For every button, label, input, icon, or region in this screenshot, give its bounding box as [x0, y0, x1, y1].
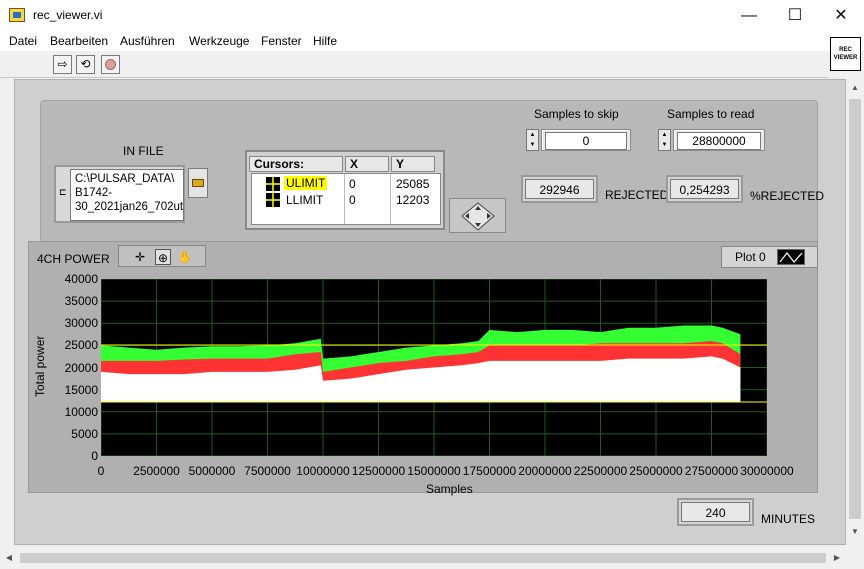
samples-to-read-spinner[interactable]: ▲ ▼ — [658, 129, 671, 151]
menu-fenster[interactable]: Fenster — [261, 34, 302, 48]
scroll-thumb[interactable] — [20, 553, 826, 563]
decrement-icon[interactable]: ▼ — [527, 140, 538, 150]
column-divider — [344, 174, 345, 224]
cursor-crosshair-icon[interactable] — [266, 177, 280, 191]
y-tick-label: 15000 — [64, 382, 98, 397]
plot-legend[interactable]: Plot 0 — [721, 246, 818, 268]
scroll-up-icon[interactable]: ▲ — [846, 79, 864, 97]
samples-to-skip-input[interactable]: 0 — [545, 132, 627, 150]
pct-rejected-indicator: 0,254293 — [666, 175, 743, 203]
menu-hilfe[interactable]: Hilfe — [313, 34, 337, 48]
y-tick-label: 35000 — [64, 294, 98, 309]
zoom-tool-icon[interactable]: ⊕ — [155, 249, 171, 265]
in-file-label: IN FILE — [123, 144, 164, 158]
menu-datei[interactable]: Datei — [9, 34, 37, 48]
maximize-button[interactable]: ☐ — [772, 0, 818, 31]
menu-ausfuehren[interactable]: Ausführen — [120, 34, 175, 48]
cursor-name-ulimit[interactable]: ULIMIT — [284, 176, 328, 190]
y-tick-label: 40000 — [64, 272, 98, 286]
cursors-header: Cursors: — [249, 156, 343, 172]
vi-connector-icon: REC VIEWER — [830, 37, 861, 71]
title-bar: rec_viewer.vi — ☐ ✕ — [0, 0, 864, 31]
x-tick-label: 30000000 — [740, 464, 794, 478]
path-menu-icon[interactable]: ⊏ — [59, 187, 67, 198]
cursor-legend: Cursors: X Y ULIMIT 0 25085 LLIMIT 0 122… — [245, 150, 445, 230]
increment-icon[interactable]: ▲ — [659, 130, 670, 140]
vi-icon-text-2: VIEWER — [833, 55, 858, 61]
plot-legend-label: Plot 0 — [735, 250, 766, 264]
y-tick-label: 10000 — [64, 404, 98, 419]
graph-title: 4CH POWER — [37, 252, 110, 266]
scroll-thumb[interactable] — [849, 99, 861, 519]
column-divider — [390, 174, 391, 224]
y-tick-label: 30000 — [64, 316, 98, 331]
samples-to-read-input[interactable]: 28800000 — [677, 132, 761, 150]
browse-button[interactable] — [188, 168, 208, 198]
menu-werkzeuge[interactable]: Werkzeuge — [189, 34, 249, 48]
y-tick-label: 25000 — [64, 338, 98, 353]
x-axis-label: Samples — [426, 482, 473, 496]
minutes-value: 240 — [681, 502, 750, 522]
window-title: rec_viewer.vi — [33, 8, 103, 22]
pan-hand-icon[interactable]: ✋ — [177, 249, 193, 265]
labview-app-icon[interactable] — [9, 8, 25, 22]
cursor-rows: ULIMIT 0 25085 LLIMIT 0 12203 — [251, 173, 441, 225]
cursor-x-llimit: 0 — [349, 193, 356, 207]
cursor-tool-icon[interactable]: ✛ — [132, 249, 148, 265]
graph-plot — [101, 279, 767, 456]
run-continuously-icon[interactable]: ⟲ — [76, 55, 95, 74]
scroll-right-icon[interactable]: ▶ — [828, 549, 846, 567]
graph-palette: ✛ ⊕ ✋ — [118, 245, 206, 267]
cursor-y-ulimit: 25085 — [396, 177, 430, 191]
plot-line-icon — [777, 249, 805, 265]
run-arrow-icon[interactable]: ⇨ — [53, 55, 72, 74]
samples-to-skip-label: Samples to skip — [534, 107, 619, 121]
rejected-label: REJECTED — [605, 188, 669, 202]
cursor-name-llimit[interactable]: LLIMIT — [286, 193, 323, 207]
pct-rejected-label: %REJECTED — [750, 189, 825, 203]
cursor-y-header: Y — [391, 156, 435, 172]
horizontal-scrollbar[interactable]: ◀ ▶ — [0, 549, 846, 567]
cursor-mover-pad[interactable] — [449, 198, 506, 233]
folder-icon — [192, 179, 204, 187]
minutes-indicator: 240 — [677, 498, 754, 526]
menu-bearbeiten[interactable]: Bearbeiten — [50, 34, 108, 48]
rejected-value: 292946 — [525, 179, 594, 199]
scroll-left-icon[interactable]: ◀ — [0, 549, 18, 567]
abort-icon[interactable] — [101, 55, 120, 74]
cursor-y-llimit: 12203 — [396, 193, 430, 207]
in-file-path-control: ⊏ C:\PULSAR_DATA\ B1742-30_2021jan26_702… — [54, 165, 185, 223]
close-button[interactable]: ✕ — [818, 0, 864, 31]
cursor-x-header: X — [345, 156, 389, 172]
rejected-indicator: 292946 — [521, 175, 598, 203]
increment-icon[interactable]: ▲ — [527, 130, 538, 140]
y-tick-label: 0 — [91, 449, 98, 463]
vi-icon-text-1: REC — [839, 47, 852, 53]
minimize-button[interactable]: — — [726, 0, 772, 31]
waveform-graph[interactable] — [101, 279, 767, 456]
diamond-arrows-icon — [461, 202, 495, 231]
samples-to-skip-control: 0 — [541, 129, 631, 151]
decrement-icon[interactable]: ▼ — [659, 140, 670, 150]
cursor-crosshair-icon[interactable] — [266, 193, 280, 207]
y-axis-label: Total power — [33, 335, 47, 397]
samples-to-read-control: 28800000 — [673, 129, 765, 151]
toolbar: ⇨ ⟲ — [0, 51, 828, 78]
scroll-down-icon[interactable]: ▼ — [846, 523, 864, 541]
samples-to-skip-spinner[interactable]: ▲ ▼ — [526, 129, 539, 151]
cursor-x-ulimit: 0 — [349, 177, 356, 191]
pct-rejected-value: 0,254293 — [670, 179, 739, 199]
menu-bar: Datei Bearbeiten Ausführen Werkzeuge Fen… — [0, 31, 864, 51]
vertical-scrollbar[interactable]: ▲ ▼ — [846, 79, 864, 541]
minutes-label: MINUTES — [761, 512, 815, 526]
in-file-path-value[interactable]: C:\PULSAR_DATA\ B1742-30_2021jan26_702ut — [70, 169, 184, 221]
y-tick-label: 5000 — [71, 426, 98, 441]
samples-to-read-label: Samples to read — [667, 107, 755, 121]
y-tick-label: 20000 — [64, 360, 98, 375]
